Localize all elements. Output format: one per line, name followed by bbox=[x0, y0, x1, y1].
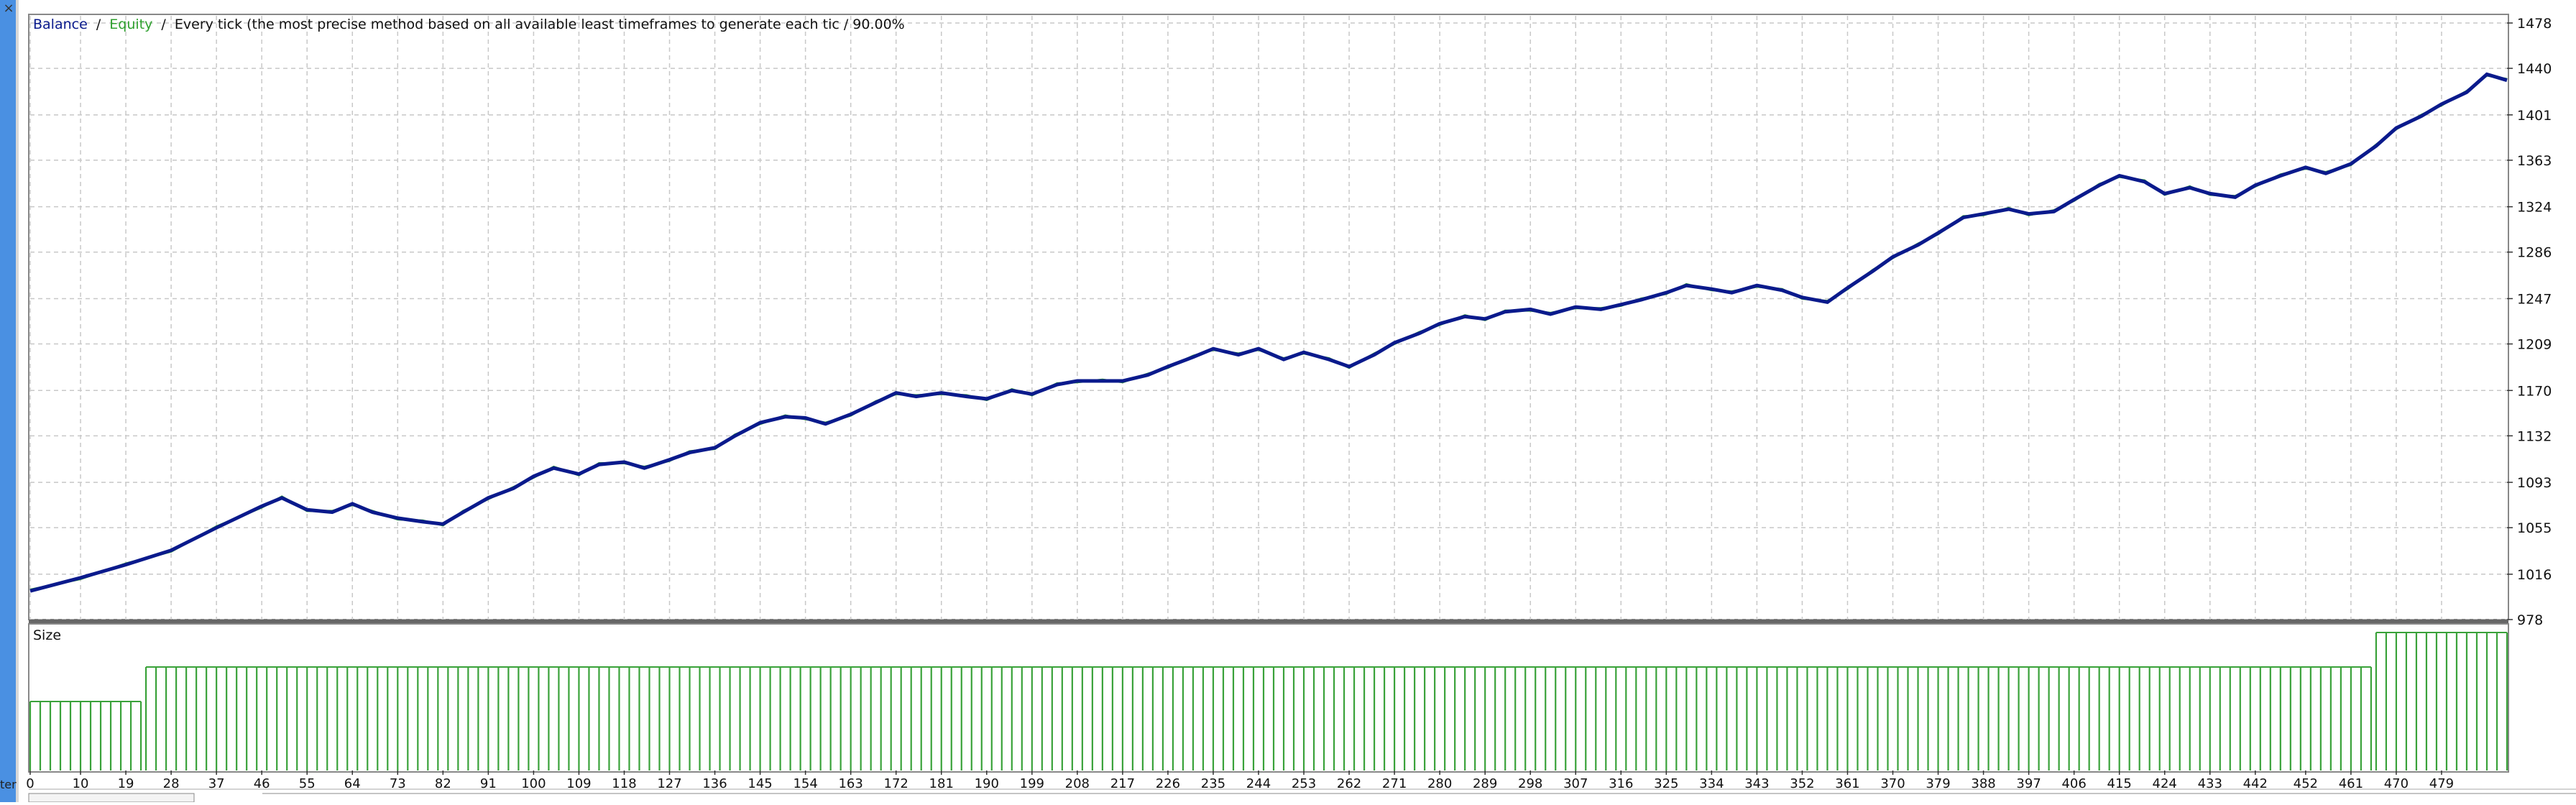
size-panel-frame bbox=[28, 623, 2509, 773]
y-tick-label: 1055 bbox=[2517, 520, 2552, 536]
balance-y-axis: 1478 1440 1401 1363 1324 1286 1247 1209 1170 1132… bbox=[2507, 16, 2552, 628]
y-tick-label: 1478 bbox=[2517, 16, 2552, 32]
legend-text: Balance / Equity / Every tick (the most … bbox=[33, 17, 905, 32]
y-tick-label: 1093 bbox=[2517, 475, 2552, 491]
legend-description: Every tick (the most precise method base… bbox=[175, 17, 905, 32]
y-tick-label: 1170 bbox=[2517, 383, 2552, 399]
y-tick-label: 1247 bbox=[2517, 291, 2552, 307]
y-tick-label: 1440 bbox=[2517, 61, 2552, 77]
close-icon[interactable]: × bbox=[1, 1, 16, 16]
side-tab-label[interactable]: ter bbox=[0, 778, 17, 799]
balance-panel-frame bbox=[28, 14, 2509, 620]
y-tick-label: 978 bbox=[2517, 612, 2543, 628]
legend-balance-label: Balance bbox=[33, 17, 88, 32]
y-tick-label: 1209 bbox=[2517, 337, 2552, 353]
left-window-strip bbox=[0, 0, 16, 802]
size-x-axis: 0 10 19 28 37 46 55 64 73 82 91 100 109 118 127 136 145 1… bbox=[26, 770, 2454, 791]
y-tick-label: 1401 bbox=[2517, 108, 2552, 124]
y-tick-label: 1132 bbox=[2517, 428, 2552, 444]
legend-separator-2: / bbox=[161, 17, 166, 32]
legend-equity-label: Equity bbox=[109, 17, 152, 32]
y-tick-label: 1363 bbox=[2517, 153, 2552, 169]
chart-window: × 1478 1440 1401 1363 1324 1286 1247 1209 1170 11… bbox=[0, 0, 2576, 803]
y-tick-label: 1286 bbox=[2517, 245, 2552, 261]
size-panel-title: Size bbox=[33, 627, 61, 643]
legend-separator-1: / bbox=[96, 17, 101, 32]
bottom-tab-1[interactable] bbox=[28, 793, 195, 803]
y-tick-label: 1324 bbox=[2517, 200, 2552, 216]
left-window-strip-inner bbox=[16, 0, 19, 802]
y-tick-label: 1016 bbox=[2517, 567, 2552, 583]
balance-chart-svg: 1478 1440 1401 1363 1324 1286 1247 1209 1170 1132… bbox=[0, 0, 2576, 803]
